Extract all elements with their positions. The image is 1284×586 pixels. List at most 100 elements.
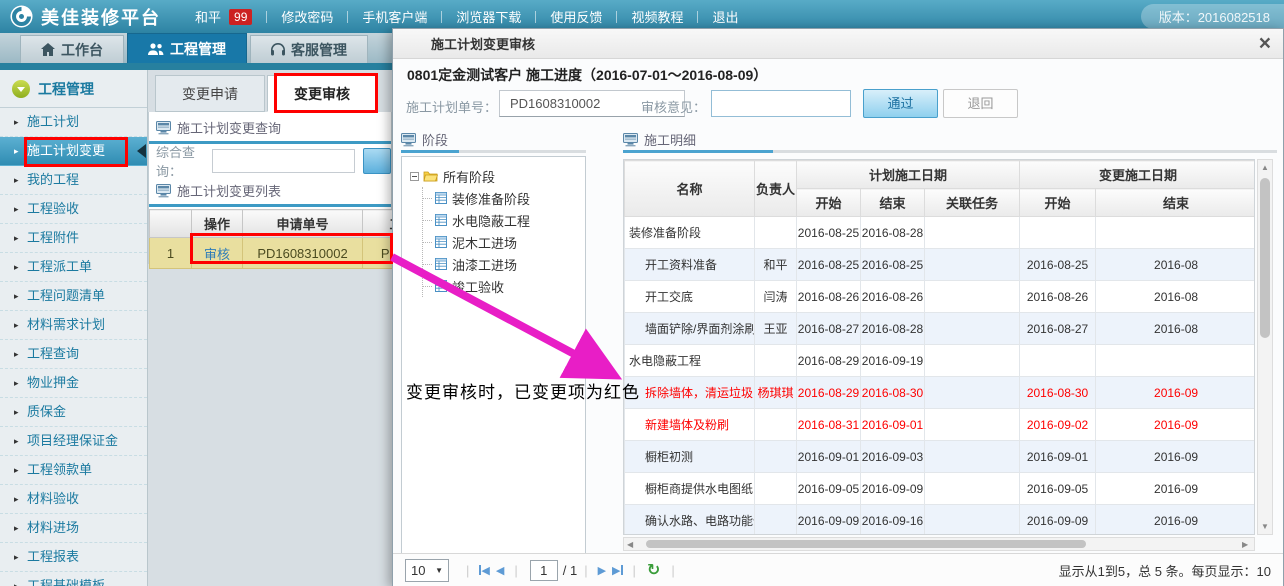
sidebar-item[interactable]: ▸质保金 [0,398,147,427]
detail-row[interactable]: 新建墙体及粉刷2016-08-312016-09-012016-09-02201… [625,409,1256,441]
detail-row[interactable]: 水电隐蔽工程2016-08-292016-09-19 [625,345,1256,377]
vertical-scroll-thumb[interactable] [1260,178,1270,338]
cell-change-end: 2016-08 [1096,281,1255,313]
detail-row[interactable]: 橱柜初测2016-09-012016-09-032016-09-012016-0… [625,441,1256,473]
detail-row[interactable]: 装修准备阶段2016-08-252016-08-28 [625,217,1256,249]
collapse-circle-icon [12,80,30,98]
tree-node[interactable]: 泥木工进场 [423,231,585,253]
cell-change-start [1020,217,1096,249]
cell-linked-task [925,217,1020,249]
sidebar-item[interactable]: ▸工程派工单 [0,253,147,282]
sidebar-item-label: 项目经理保证金 [27,433,118,448]
sidebar-item[interactable]: ▸工程验收 [0,195,147,224]
sidebar-item[interactable]: ▸工程问题清单 [0,282,147,311]
pager-divider: | [514,563,517,578]
triangle-icon: ▸ [14,340,19,368]
sidebar-item[interactable]: ▸物业押金 [0,369,147,398]
brand-logo-icon [10,5,33,28]
monitor-icon [623,133,638,147]
sidebar-item[interactable]: ▸工程基础模板 [0,572,147,586]
collapse-minus-icon[interactable] [410,172,419,181]
menu-item[interactable]: 浏览器下载 [456,7,521,26]
cell-owner: 王亚 [755,313,797,345]
query-input[interactable] [212,149,355,173]
tab-change-request[interactable]: 变更申请 [155,75,265,112]
triangle-icon: ▸ [14,456,19,484]
next-page-button[interactable]: ▶ [598,564,606,577]
prev-page-button[interactable]: ◀ [496,564,504,577]
menu-item[interactable]: 退出 [712,7,738,26]
menu-item[interactable]: 使用反馈 [550,7,602,26]
tab-label: 客服管理 [291,40,347,60]
tree-node[interactable]: 水电隐蔽工程 [423,209,585,231]
tree-node[interactable]: 竣工验收 [423,275,585,297]
horizontal-scrollbar[interactable]: ◀ ▶ [623,537,1255,551]
menu-item[interactable]: 修改密码 [281,7,333,26]
sidebar-item[interactable]: ▸材料进场 [0,514,147,543]
last-page-button[interactable]: ▶ [612,564,622,577]
detail-row[interactable]: 确认水路、电路功能位2016-09-092016-09-162016-09-09… [625,505,1256,536]
menu-item[interactable]: 手机客户端 [362,7,427,26]
cell-plan-end: 2016-09-19 [861,345,925,377]
cell-plan-start: 2016-08-29 [797,345,861,377]
scroll-up-icon[interactable]: ▲ [1261,163,1269,172]
tree-node-label: 竣工验收 [452,277,504,296]
col-change-dates: 变更施工日期 [1020,161,1255,189]
table-row[interactable]: 1 审核 PD1608310002 P160 [150,238,430,269]
sidebar-item[interactable]: ▸施工计划 [0,108,147,137]
folder-icon [423,170,438,182]
sidebar-item[interactable]: ▸项目经理保证金 [0,427,147,456]
query-section-header: 施工计划变更查询 [149,112,391,141]
refresh-icon[interactable]: ↻ [647,560,660,580]
tree-node[interactable]: 油漆工进场 [423,253,585,275]
vertical-scrollbar[interactable]: ▲ ▼ [1257,159,1273,535]
username[interactable]: 和平 [195,7,221,26]
scroll-down-icon[interactable]: ▼ [1261,522,1269,531]
detail-row[interactable]: 拆除墙体，清运垃圾杨琪琪2016-08-292016-08-302016-08-… [625,377,1256,409]
search-button[interactable] [363,148,391,174]
detail-row[interactable]: 墙面铲除/界面剂涂刷/王亚2016-08-272016-08-282016-08… [625,313,1256,345]
sidebar-header[interactable]: 工程管理 [0,70,147,108]
tab-customer-service[interactable]: 客服管理 [250,35,368,63]
cell-change-start: 2016-09-05 [1020,473,1096,505]
sidebar-item[interactable]: ▸施工计划变更 [0,137,147,166]
detail-row[interactable]: 橱柜商提供水电图纸2016-09-052016-09-092016-09-052… [625,473,1256,505]
stage-tree-children: 装修准备阶段水电隐蔽工程泥木工进场油漆工进场竣工验收 [422,187,585,297]
page-size-select[interactable]: 10 ▼ [405,559,449,582]
sidebar-item[interactable]: ▸工程附件 [0,224,147,253]
cell-change-end: 2016-08 [1096,313,1255,345]
detail-row[interactable]: 开工交底闫涛2016-08-262016-08-262016-08-262016… [625,281,1256,313]
tab-workbench[interactable]: 工作台 [20,35,124,63]
page-number-input[interactable]: 1 [530,560,558,581]
sidebar-item[interactable]: ▸材料验收 [0,485,147,514]
sidebar-item[interactable]: ▸ 工程领款单 [0,456,147,485]
notification-badge[interactable]: 99 [229,9,252,25]
approve-button[interactable]: 通过 [863,89,938,118]
cell-owner [755,473,797,505]
sidebar-item[interactable]: ▸材料需求计划 [0,311,147,340]
sidebar-item[interactable]: ▸工程查询 [0,340,147,369]
scroll-left-icon[interactable]: ◀ [627,540,633,549]
reject-button[interactable]: 退回 [943,89,1018,118]
first-page-button[interactable]: ◀ [479,564,489,577]
detail-table: 名称 负责人 计划施工日期 变更施工日期 开始 结束 关联任务 开始 结束 装修… [624,160,1255,535]
menu-item[interactable]: 视频教程 [631,7,683,26]
sidebar-item-label: 工程领款单 [27,462,92,477]
horizontal-scroll-thumb[interactable] [646,540,1086,548]
tab-change-review[interactable]: 变更审核 [267,75,377,112]
tab-label: 变更申请 [182,86,238,102]
sidebar-item[interactable]: ▸工程报表 [0,543,147,572]
close-icon[interactable]: × [1259,32,1271,56]
scroll-right-icon[interactable]: ▶ [1242,540,1248,549]
tab-project-management[interactable]: 工程管理 [127,33,247,63]
detail-row[interactable]: 开工资料准备和平2016-08-252016-08-252016-08-2520… [625,249,1256,281]
review-link[interactable]: 审核 [192,238,243,269]
app-screen: 美佳装修平台 和平 99 修改密码手机客户端浏览器下载使用反馈视频教程退出 版本… [0,0,1284,586]
tree-root-node[interactable]: 所有阶段 [410,165,585,187]
sidebar-item[interactable]: ▸我的工程 [0,166,147,195]
modal-titlebar: 施工计划变更审核 × [393,29,1283,59]
cell-change-end [1096,217,1255,249]
tree-node[interactable]: 装修准备阶段 [423,187,585,209]
sidebar-item-label: 物业押金 [27,375,79,390]
review-comment-input[interactable] [711,90,851,117]
